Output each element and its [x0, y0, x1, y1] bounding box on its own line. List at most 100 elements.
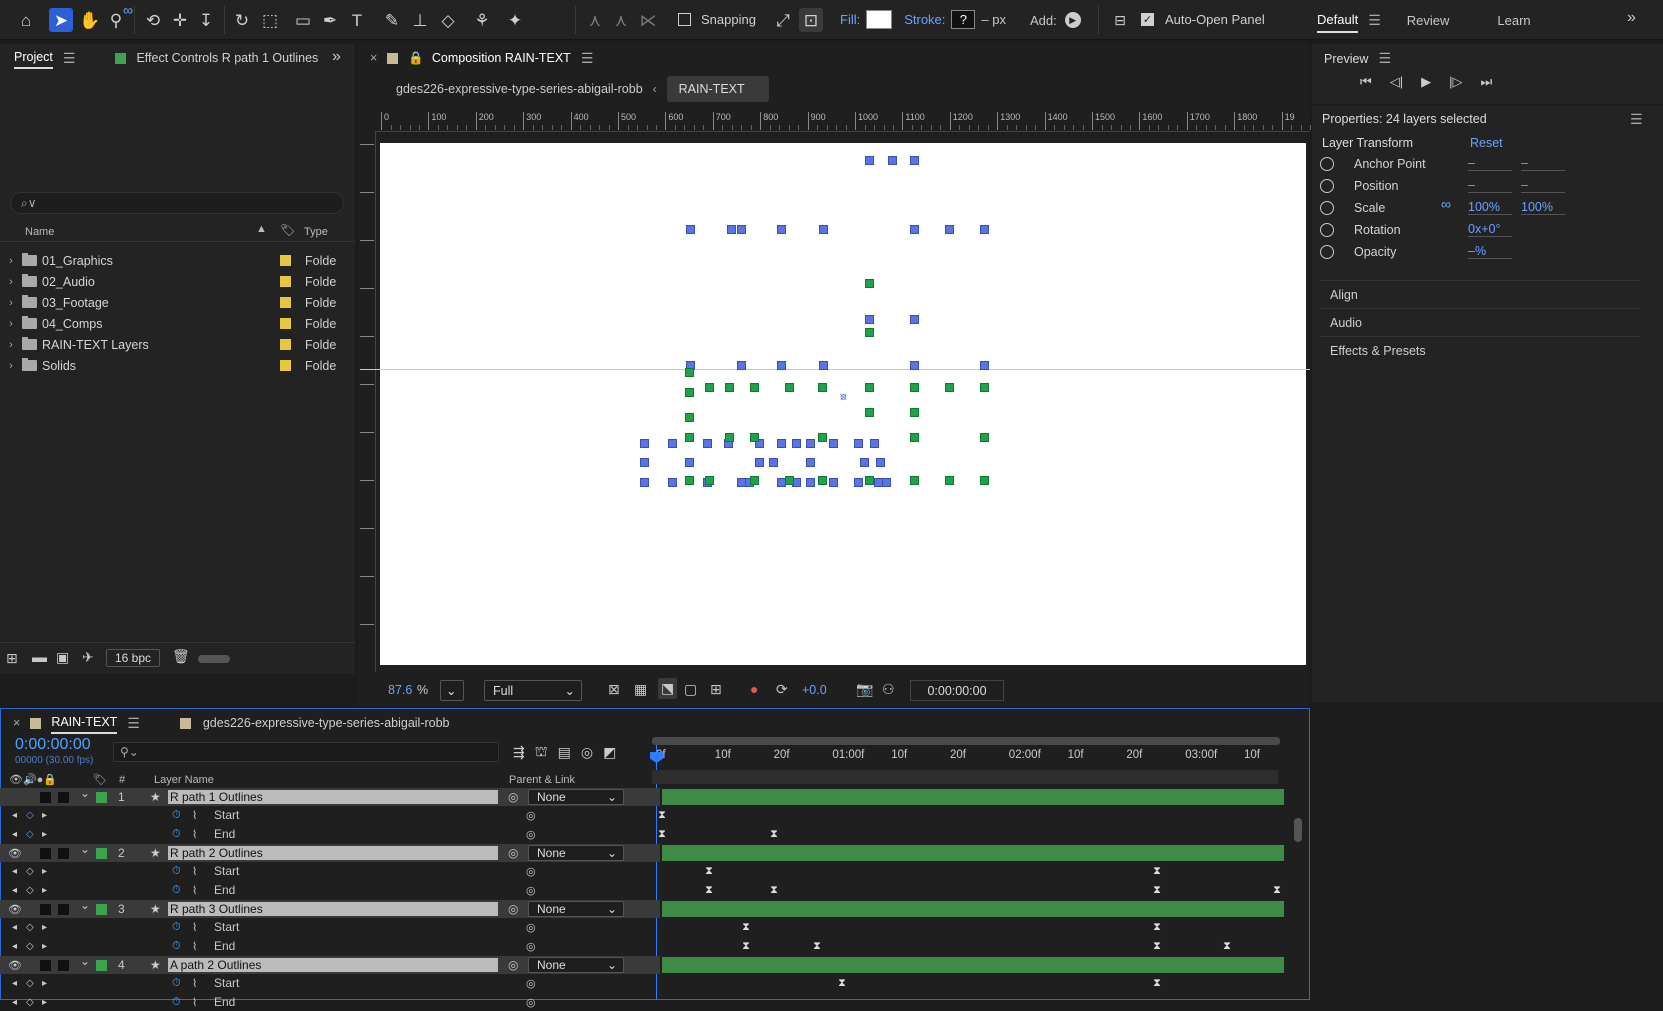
breadcrumb-parent[interactable]: gdes226-expressive-type-series-abigail-r… — [396, 82, 643, 96]
local-axis-icon[interactable]: ⋏ — [583, 8, 607, 32]
path-vertex-selected[interactable] — [945, 383, 954, 392]
timeline-layer-row[interactable]: ⌄ 1 ★ R path 1 Outlines ◎ None ⌄ — [0, 786, 660, 806]
region-interest-icon[interactable]: ⊠ — [608, 681, 620, 698]
prev-keyframe-icon[interactable]: ◂ — [12, 829, 17, 840]
layer-label-swatch[interactable] — [96, 847, 107, 859]
property-row-start[interactable]: ◂ ◇ ▸ ⏱ ⌇ Start ◎ — [0, 806, 660, 824]
frame-blending-icon[interactable]: ◎ — [581, 744, 593, 761]
properties-menu-icon[interactable]: ☰ — [1630, 111, 1643, 128]
label-color-swatch[interactable] — [280, 339, 291, 350]
graph-icon[interactable]: ⌇ — [192, 828, 197, 841]
timeline-timecode[interactable]: 0:00:00:00 — [15, 736, 91, 754]
mask-visibility-icon[interactable]: ⬔ — [658, 678, 678, 699]
solo-box[interactable] — [40, 791, 51, 803]
layer-duration-bar[interactable] — [662, 957, 1284, 973]
rectangle-tool-icon[interactable]: ▭ — [291, 8, 315, 32]
layer-chevron-icon[interactable]: ⌄ — [80, 786, 90, 800]
lock-icon[interactable]: 🔒 — [408, 51, 424, 66]
layer-name[interactable]: R path 3 Outlines — [168, 902, 498, 916]
path-vertex-selected[interactable] — [750, 383, 759, 392]
resolution-dropdown[interactable]: Full ⌄ — [484, 680, 582, 701]
workspace-menu-icon[interactable]: ☰ — [1368, 12, 1381, 29]
keyframe-toggle-icon[interactable]: ◇ — [26, 866, 34, 877]
path-vertex-selected[interactable] — [725, 433, 734, 442]
expand-chevron-icon[interactable]: › — [0, 297, 22, 309]
graph-icon[interactable]: ⌇ — [192, 809, 197, 822]
path-vertex-selected[interactable] — [910, 433, 919, 442]
av-switches-icon[interactable]: 👁🔊●🔒 — [9, 773, 57, 786]
path-vertex-selected[interactable] — [750, 433, 759, 442]
comp-menu-icon[interactable]: ☰ — [581, 50, 594, 67]
reset-button[interactable]: Reset — [1470, 136, 1503, 150]
path-vertex[interactable] — [777, 361, 786, 370]
prev-keyframe-icon[interactable]: ◂ — [12, 810, 17, 821]
project-item[interactable]: › 04_Comps Folde — [0, 313, 355, 334]
parent-dropdown[interactable]: None ⌄ — [528, 789, 624, 805]
exposure-value[interactable]: +0.0 — [802, 683, 827, 697]
prev-frame-icon[interactable]: ◁| — [1390, 74, 1403, 90]
show-snapshot-icon[interactable]: ⚇ — [882, 681, 895, 698]
puppet-pin-icon[interactable]: ✦ — [503, 8, 527, 32]
label-color-swatch[interactable] — [280, 297, 291, 308]
path-vertex-selected[interactable] — [705, 476, 714, 485]
brush-tool-icon[interactable]: ✎ — [380, 8, 404, 32]
expression-pickwhip-icon[interactable]: ◎ — [526, 884, 536, 897]
keyframe-marker[interactable]: ⧗ — [741, 940, 751, 952]
path-vertex[interactable] — [910, 361, 919, 370]
property-row-start[interactable]: ◂ ◇ ▸ ⏱ ⌇ Start ◎ — [0, 862, 660, 880]
graph-icon[interactable]: ⌇ — [192, 996, 197, 1009]
stopwatch-icon[interactable]: ⏱ — [172, 809, 181, 822]
tab-timeline-current[interactable]: RAIN-TEXT — [51, 712, 118, 734]
path-vertex-selected[interactable] — [865, 328, 874, 337]
keyframe-toggle-icon[interactable]: ◇ — [26, 885, 34, 896]
graph-icon[interactable]: ⌇ — [192, 884, 197, 897]
graph-icon[interactable]: ⌇ — [192, 977, 197, 990]
keyframe-marker[interactable]: ⧗ — [657, 809, 667, 821]
property-value-1[interactable]: 100% — [1468, 200, 1512, 215]
keyframe-marker[interactable]: ⧗ — [1222, 940, 1232, 952]
keyframe-marker[interactable]: ⧗ — [704, 865, 714, 877]
breadcrumb-current[interactable]: RAIN-TEXT — [666, 76, 769, 102]
dolly-camera-icon[interactable]: ↧ — [194, 8, 218, 32]
pan-behind-tool-icon[interactable]: ⬚ — [258, 8, 282, 32]
clone-stamp-icon[interactable]: ⊥ — [408, 8, 432, 32]
parent-dropdown[interactable]: None ⌄ — [528, 901, 624, 917]
workspace-overflow-icon[interactable]: » — [1627, 9, 1636, 27]
guide-line[interactable] — [360, 369, 1310, 370]
path-vertex-selected[interactable] — [685, 368, 694, 377]
parent-dropdown[interactable]: None ⌄ — [528, 957, 624, 973]
expand-chevron-icon[interactable]: › — [0, 255, 22, 267]
pen-tool-icon[interactable]: ✒ — [318, 8, 342, 32]
properties-section[interactable]: Audio — [1320, 308, 1640, 336]
pickwhip-icon[interactable]: ◎ — [508, 790, 518, 804]
transparency-grid-icon[interactable]: ▦ — [634, 681, 647, 698]
solo-box[interactable] — [40, 959, 51, 971]
close-comp-icon[interactable]: × — [370, 51, 377, 65]
sort-up-icon[interactable]: ▲ — [256, 223, 267, 235]
path-vertex[interactable] — [860, 458, 869, 467]
search-input[interactable]: ⌕∨ — [10, 192, 344, 214]
path-vertex-selected[interactable] — [945, 476, 954, 485]
lock-box[interactable] — [58, 959, 69, 971]
property-value-1[interactable]: –% — [1468, 244, 1512, 259]
path-vertex-selected[interactable] — [785, 383, 794, 392]
snapshot-icon[interactable]: 📷 — [856, 681, 873, 698]
path-vertex[interactable] — [865, 156, 874, 165]
path-vertex[interactable] — [819, 361, 828, 370]
comp-mini-flowchart-icon[interactable]: ⇶ — [513, 744, 525, 761]
path-vertex[interactable] — [829, 478, 838, 487]
label-color-swatch[interactable] — [280, 318, 291, 329]
stopwatch-icon[interactable]: ⏱ — [172, 884, 181, 897]
stopwatch-icon[interactable]: ⏱ — [172, 921, 181, 934]
properties-section[interactable]: Align — [1320, 280, 1640, 308]
comp-timecode[interactable]: 0:00:00:00 — [910, 680, 1004, 701]
keyframe-toggle-icon[interactable]: ◇ — [26, 941, 34, 952]
keyframe-marker[interactable]: ⧗ — [1152, 940, 1162, 952]
path-vertex[interactable] — [854, 439, 863, 448]
tab-composition[interactable]: Composition RAIN-TEXT — [432, 51, 571, 65]
stopwatch-icon[interactable] — [1320, 245, 1334, 259]
path-vertex[interactable] — [755, 458, 764, 467]
layer-chevron-icon[interactable]: ⌄ — [80, 842, 90, 856]
keyframe-marker[interactable]: ⧗ — [1152, 865, 1162, 877]
keyframe-marker[interactable]: ⧗ — [704, 884, 714, 896]
